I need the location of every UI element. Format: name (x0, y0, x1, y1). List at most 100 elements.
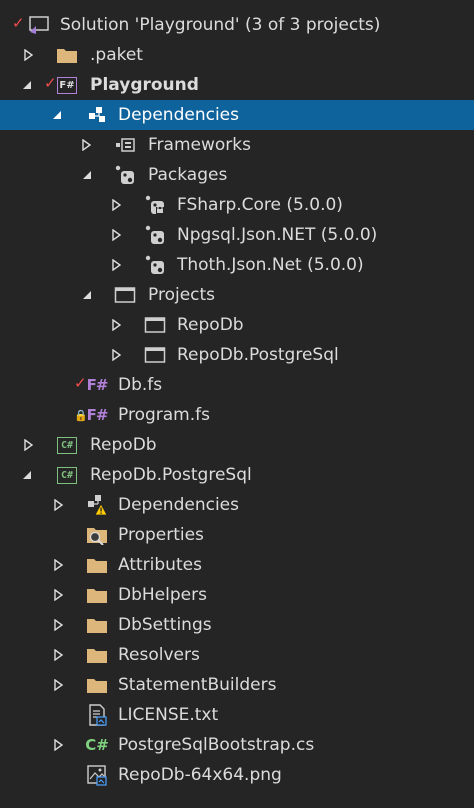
expand-arrow-icon[interactable] (110, 198, 124, 212)
folder-label: DbSettings (118, 615, 212, 635)
text-file-icon (86, 704, 108, 726)
project-label: RepoDb (90, 435, 157, 455)
file-label: Db.fs (118, 375, 163, 395)
folder-label: Resolvers (118, 645, 200, 665)
tree-row-db-fs[interactable]: ✓ F# Db.fs (0, 370, 474, 400)
package-label: FSharp.Core (5.0.0) (177, 195, 343, 215)
csharp-file-icon: C# (85, 736, 109, 754)
checked-in-icon: ✓ (74, 374, 87, 392)
tree-row-project-ref-repodb[interactable]: RepoDb (0, 310, 474, 340)
tree-row-license[interactable]: LICENSE.txt (0, 700, 474, 730)
expand-arrow-icon[interactable] (52, 498, 66, 512)
collapse-arrow-icon[interactable] (50, 108, 64, 122)
tree-row-statementbuilders[interactable]: StatementBuilders (0, 670, 474, 700)
expand-arrow-icon[interactable] (22, 438, 36, 452)
tree-row-projects[interactable]: Projects (0, 280, 474, 310)
tree-row-packages[interactable]: Packages (0, 160, 474, 190)
folder-label: DbHelpers (118, 585, 207, 605)
collapse-arrow-icon[interactable] (80, 288, 94, 302)
project-reference-label: RepoDb (177, 315, 244, 335)
tree-row-png[interactable]: RepoDb-64x64.png (0, 760, 474, 790)
dependencies-warning-icon (86, 494, 108, 516)
folder-icon (86, 614, 108, 636)
tree-row-bootstrap-cs[interactable]: C# PostgreSqlBootstrap.cs (0, 730, 474, 760)
solution-icon (28, 14, 50, 36)
file-label: PostgreSqlBootstrap.cs (118, 735, 315, 755)
solution-label: Solution 'Playground' (3 of 3 projects) (60, 15, 381, 35)
tree-row-attributes[interactable]: Attributes (0, 550, 474, 580)
tree-row-npgsql[interactable]: Npgsql.Json.NET (5.0.0) (0, 220, 474, 250)
frameworks-icon (114, 134, 136, 156)
nuget-package-icon (144, 224, 166, 246)
project-reference-icon (114, 284, 136, 306)
expand-arrow-icon[interactable] (52, 678, 66, 692)
tree-row-paket[interactable]: .paket (0, 40, 474, 70)
dependencies-label: Dependencies (118, 495, 239, 515)
folder-label: Attributes (118, 555, 202, 575)
expand-arrow-icon[interactable] (52, 648, 66, 662)
collapse-arrow-icon[interactable] (80, 168, 94, 182)
project-reference-icon (144, 344, 166, 366)
file-label: RepoDb-64x64.png (118, 765, 282, 785)
project-reference-icon (144, 314, 166, 336)
expand-arrow-icon[interactable] (52, 558, 66, 572)
tree-row-dbhelpers[interactable]: DbHelpers (0, 580, 474, 610)
package-label: Thoth.Json.Net (5.0.0) (177, 255, 364, 275)
folder-label: Properties (118, 525, 204, 545)
tree-row-dbsettings[interactable]: DbSettings (0, 610, 474, 640)
folder-icon (56, 44, 78, 66)
checked-in-icon: ✓ (44, 74, 57, 92)
tree-row-project-ref-repodb-postgresql[interactable]: RepoDb.PostgreSql (0, 340, 474, 370)
nuget-package-icon (144, 254, 166, 276)
dependencies-icon (86, 104, 108, 126)
csharp-project-icon: C# (56, 434, 78, 456)
tree-row-frameworks[interactable]: Frameworks (0, 130, 474, 160)
nuget-package-locked-icon (144, 194, 166, 216)
file-label: LICENSE.txt (118, 705, 219, 725)
dependencies-label: Dependencies (118, 105, 239, 125)
expand-arrow-icon[interactable] (110, 348, 124, 362)
collapse-arrow-icon[interactable] (20, 78, 34, 92)
project-label: Playground (90, 75, 199, 95)
tree-row-repodb[interactable]: C# RepoDb (0, 430, 474, 460)
properties-folder-icon (86, 524, 108, 546)
tree-row-repodb-postgresql[interactable]: C# RepoDb.PostgreSql (0, 460, 474, 490)
expand-arrow-icon[interactable] (80, 138, 94, 152)
folder-icon (86, 584, 108, 606)
checked-in-icon: ✓ (12, 14, 25, 32)
tree-row-resolvers[interactable]: Resolvers (0, 640, 474, 670)
expand-arrow-icon[interactable] (52, 618, 66, 632)
collapse-arrow-icon[interactable] (20, 468, 34, 482)
tree-row-dependencies[interactable]: Dependencies (0, 100, 474, 130)
nuget-packages-icon (114, 164, 136, 186)
tree-row-fsharp-core[interactable]: FSharp.Core (5.0.0) (0, 190, 474, 220)
tree-row-pg-dependencies[interactable]: Dependencies (0, 490, 474, 520)
fsharp-file-icon: F# (86, 376, 109, 394)
solution-explorer-tree: ✓ Solution 'Playground' (3 of 3 projects… (0, 0, 474, 808)
folder-icon (86, 644, 108, 666)
tree-row-thoth[interactable]: Thoth.Json.Net (5.0.0) (0, 250, 474, 280)
folder-icon (86, 674, 108, 696)
tree-row-properties[interactable]: Properties (0, 520, 474, 550)
folder-label: .paket (90, 45, 143, 65)
frameworks-label: Frameworks (148, 135, 251, 155)
project-label: RepoDb.PostgreSql (90, 465, 252, 485)
folder-icon (86, 554, 108, 576)
expand-arrow-icon[interactable] (110, 318, 124, 332)
expand-arrow-icon[interactable] (110, 228, 124, 242)
csharp-project-icon: C# (56, 464, 78, 486)
folder-label: StatementBuilders (118, 675, 277, 695)
file-label: Program.fs (118, 405, 210, 425)
package-label: Npgsql.Json.NET (5.0.0) (177, 225, 378, 245)
tree-row-playground[interactable]: ✓ F# Playground (0, 70, 474, 100)
packages-label: Packages (148, 165, 228, 185)
projects-label: Projects (148, 285, 216, 305)
tree-row-program-fs[interactable]: 🔒 F# Program.fs (0, 400, 474, 430)
tree-row-solution[interactable]: ✓ Solution 'Playground' (3 of 3 projects… (0, 10, 474, 40)
image-file-icon (86, 764, 108, 786)
expand-arrow-icon[interactable] (52, 588, 66, 602)
fsharp-file-icon: F# (86, 406, 109, 424)
expand-arrow-icon[interactable] (22, 48, 36, 62)
expand-arrow-icon[interactable] (110, 258, 124, 272)
expand-arrow-icon[interactable] (52, 738, 66, 752)
